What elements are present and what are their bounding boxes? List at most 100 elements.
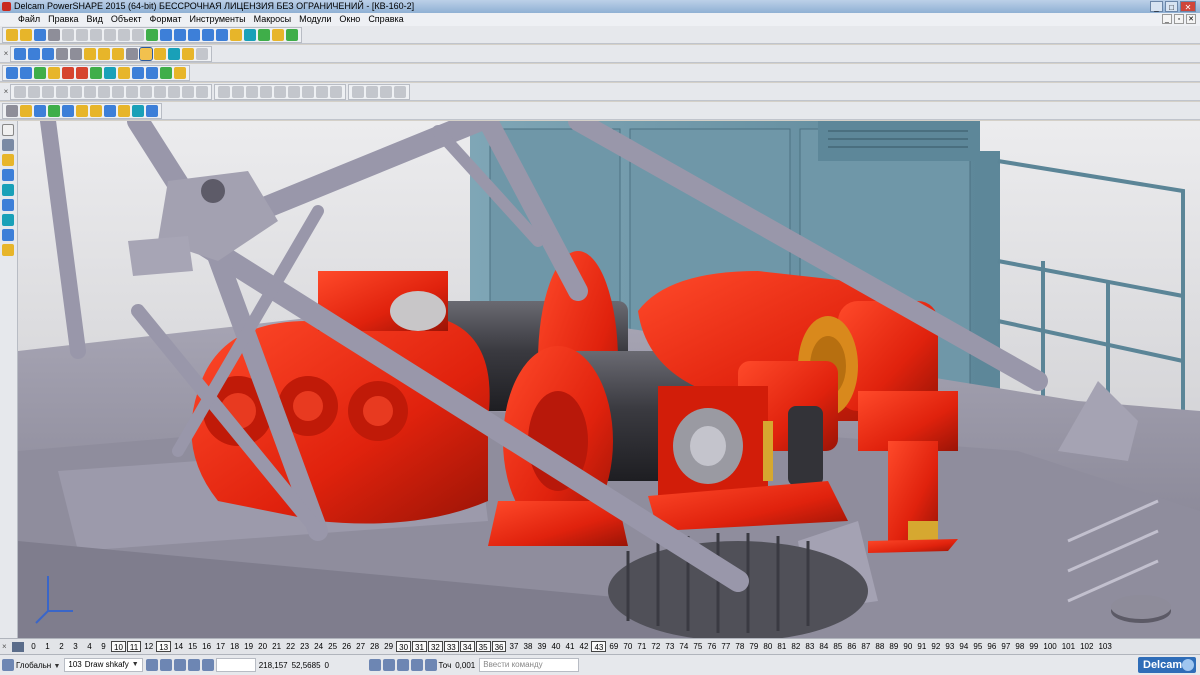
- layer-button[interactable]: 11: [126, 641, 142, 652]
- feature-shelling-icon[interactable]: [118, 104, 130, 117]
- view-top-icon[interactable]: [14, 47, 26, 60]
- layer-button[interactable]: 85: [831, 641, 844, 652]
- layer-button[interactable]: 87: [859, 641, 872, 652]
- layer-button[interactable]: 29: [382, 641, 395, 652]
- feature-replace-icon[interactable]: [146, 104, 158, 117]
- edit-group-icon[interactable]: [182, 85, 194, 98]
- layer-button[interactable]: 33: [443, 641, 459, 652]
- settings-icon[interactable]: [187, 659, 200, 671]
- layer-button[interactable]: 34: [459, 641, 475, 652]
- zoom-window-icon[interactable]: [126, 47, 138, 60]
- layer-button[interactable]: 93: [943, 641, 956, 652]
- layer-button[interactable]: 102: [1078, 641, 1095, 652]
- layer-button[interactable]: 2: [55, 641, 68, 652]
- layer-button[interactable]: 100: [1041, 641, 1058, 652]
- layer-button[interactable]: 76: [705, 641, 718, 652]
- edit-unblank-icon[interactable]: [168, 85, 180, 98]
- workplane-icon[interactable]: [2, 659, 14, 671]
- edit-offset-icon[interactable]: [84, 85, 96, 98]
- doc-minimize-button[interactable]: _: [1162, 14, 1172, 24]
- menu-macros[interactable]: Макросы: [250, 13, 296, 26]
- paste-icon[interactable]: [90, 28, 102, 41]
- graphics-viewport[interactable]: [18, 121, 1200, 638]
- tool-curve-icon[interactable]: [2, 184, 14, 196]
- layer-button[interactable]: 18: [228, 641, 241, 652]
- tool-lines-icon[interactable]: [2, 139, 14, 151]
- menu-window[interactable]: Окно: [335, 13, 364, 26]
- layer-button[interactable]: 91: [915, 641, 928, 652]
- menu-tools[interactable]: Инструменты: [185, 13, 249, 26]
- save-icon[interactable]: [34, 28, 46, 41]
- solid-pattern-icon[interactable]: [160, 66, 172, 79]
- layer-button[interactable]: 103: [1096, 641, 1113, 652]
- tool-arc-icon[interactable]: [2, 199, 14, 211]
- edit-taper-icon[interactable]: [288, 85, 300, 98]
- feature-draft-icon[interactable]: [90, 104, 102, 117]
- layer-button[interactable]: 20: [256, 641, 269, 652]
- layer-button[interactable]: 35: [475, 641, 491, 652]
- layer-button[interactable]: 96: [985, 641, 998, 652]
- assembly-icon[interactable]: [272, 28, 284, 41]
- edit-drape-icon[interactable]: [330, 85, 342, 98]
- layer-button[interactable]: 81: [775, 641, 788, 652]
- edit-ungroup-icon[interactable]: [196, 85, 208, 98]
- layer-button[interactable]: 17: [214, 641, 227, 652]
- layer-button[interactable]: 69: [607, 641, 620, 652]
- transparency-icon[interactable]: [168, 47, 180, 60]
- layer-button[interactable]: 95: [971, 641, 984, 652]
- layer-button[interactable]: 24: [312, 641, 325, 652]
- layer-button[interactable]: 88: [873, 641, 886, 652]
- feature-protrusion-icon[interactable]: [48, 104, 60, 117]
- solid-block-icon[interactable]: [6, 66, 18, 79]
- edit-mirror-icon[interactable]: [56, 85, 68, 98]
- layer-button[interactable]: 84: [817, 641, 830, 652]
- layer-button[interactable]: 97: [999, 641, 1012, 652]
- selection-icon[interactable]: [146, 28, 158, 41]
- edit-blank-icon[interactable]: [154, 85, 166, 98]
- layer-button[interactable]: 16: [200, 641, 213, 652]
- zoom-fit-icon[interactable]: [112, 47, 124, 60]
- layer-button[interactable]: 26: [340, 641, 353, 652]
- close-button[interactable]: ✕: [1180, 1, 1196, 12]
- edit-bend-icon[interactable]: [274, 85, 286, 98]
- feature-rib-icon[interactable]: [76, 104, 88, 117]
- menu-modules[interactable]: Модули: [295, 13, 335, 26]
- layer-button[interactable]: 39: [535, 641, 548, 652]
- cut-icon[interactable]: [62, 28, 74, 41]
- layer-button[interactable]: 31: [412, 641, 427, 652]
- layer-button[interactable]: 98: [1013, 641, 1026, 652]
- level-select[interactable]: 103 Draw shkafy ▼: [64, 658, 143, 672]
- solid-feature-icon[interactable]: [104, 66, 116, 79]
- minimize-button[interactable]: _: [1150, 1, 1163, 12]
- menu-edit[interactable]: Правка: [44, 13, 82, 26]
- layer-toggle-icon[interactable]: [12, 641, 24, 652]
- layer-button[interactable]: 92: [929, 641, 942, 652]
- layer-button[interactable]: 73: [663, 641, 676, 652]
- layer-button[interactable]: 75: [691, 641, 704, 652]
- tool-surface-icon[interactable]: [2, 169, 14, 181]
- edit-rotate-icon[interactable]: [42, 85, 54, 98]
- edit-twist-icon[interactable]: [260, 85, 272, 98]
- layer-button[interactable]: 42: [577, 641, 590, 652]
- layer-button[interactable]: 38: [521, 641, 534, 652]
- layer-button[interactable]: 13: [156, 641, 172, 652]
- open-icon[interactable]: [20, 28, 32, 41]
- layer-button[interactable]: 1: [41, 641, 54, 652]
- layer-button[interactable]: 19: [242, 641, 255, 652]
- view-iso-icon[interactable]: [42, 47, 54, 60]
- delete-icon[interactable]: [104, 28, 116, 41]
- line-icon[interactable]: [174, 28, 186, 41]
- layer-button[interactable]: 9: [97, 641, 110, 652]
- curve-icon[interactable]: [160, 28, 172, 41]
- undo-icon[interactable]: [118, 28, 130, 41]
- command-input[interactable]: Ввести команду: [479, 658, 580, 672]
- layer-button[interactable]: 28: [368, 641, 381, 652]
- toolbar-close-icon[interactable]: ×: [2, 48, 10, 60]
- snap-icon[interactable]: [145, 659, 158, 671]
- edit-info-icon[interactable]: [394, 85, 406, 98]
- section-icon[interactable]: [196, 47, 208, 60]
- edit-morph-icon[interactable]: [218, 85, 230, 98]
- zoom-out-icon[interactable]: [98, 47, 110, 60]
- solid-chamfer-icon[interactable]: [132, 66, 144, 79]
- layer-button[interactable]: 14: [172, 641, 185, 652]
